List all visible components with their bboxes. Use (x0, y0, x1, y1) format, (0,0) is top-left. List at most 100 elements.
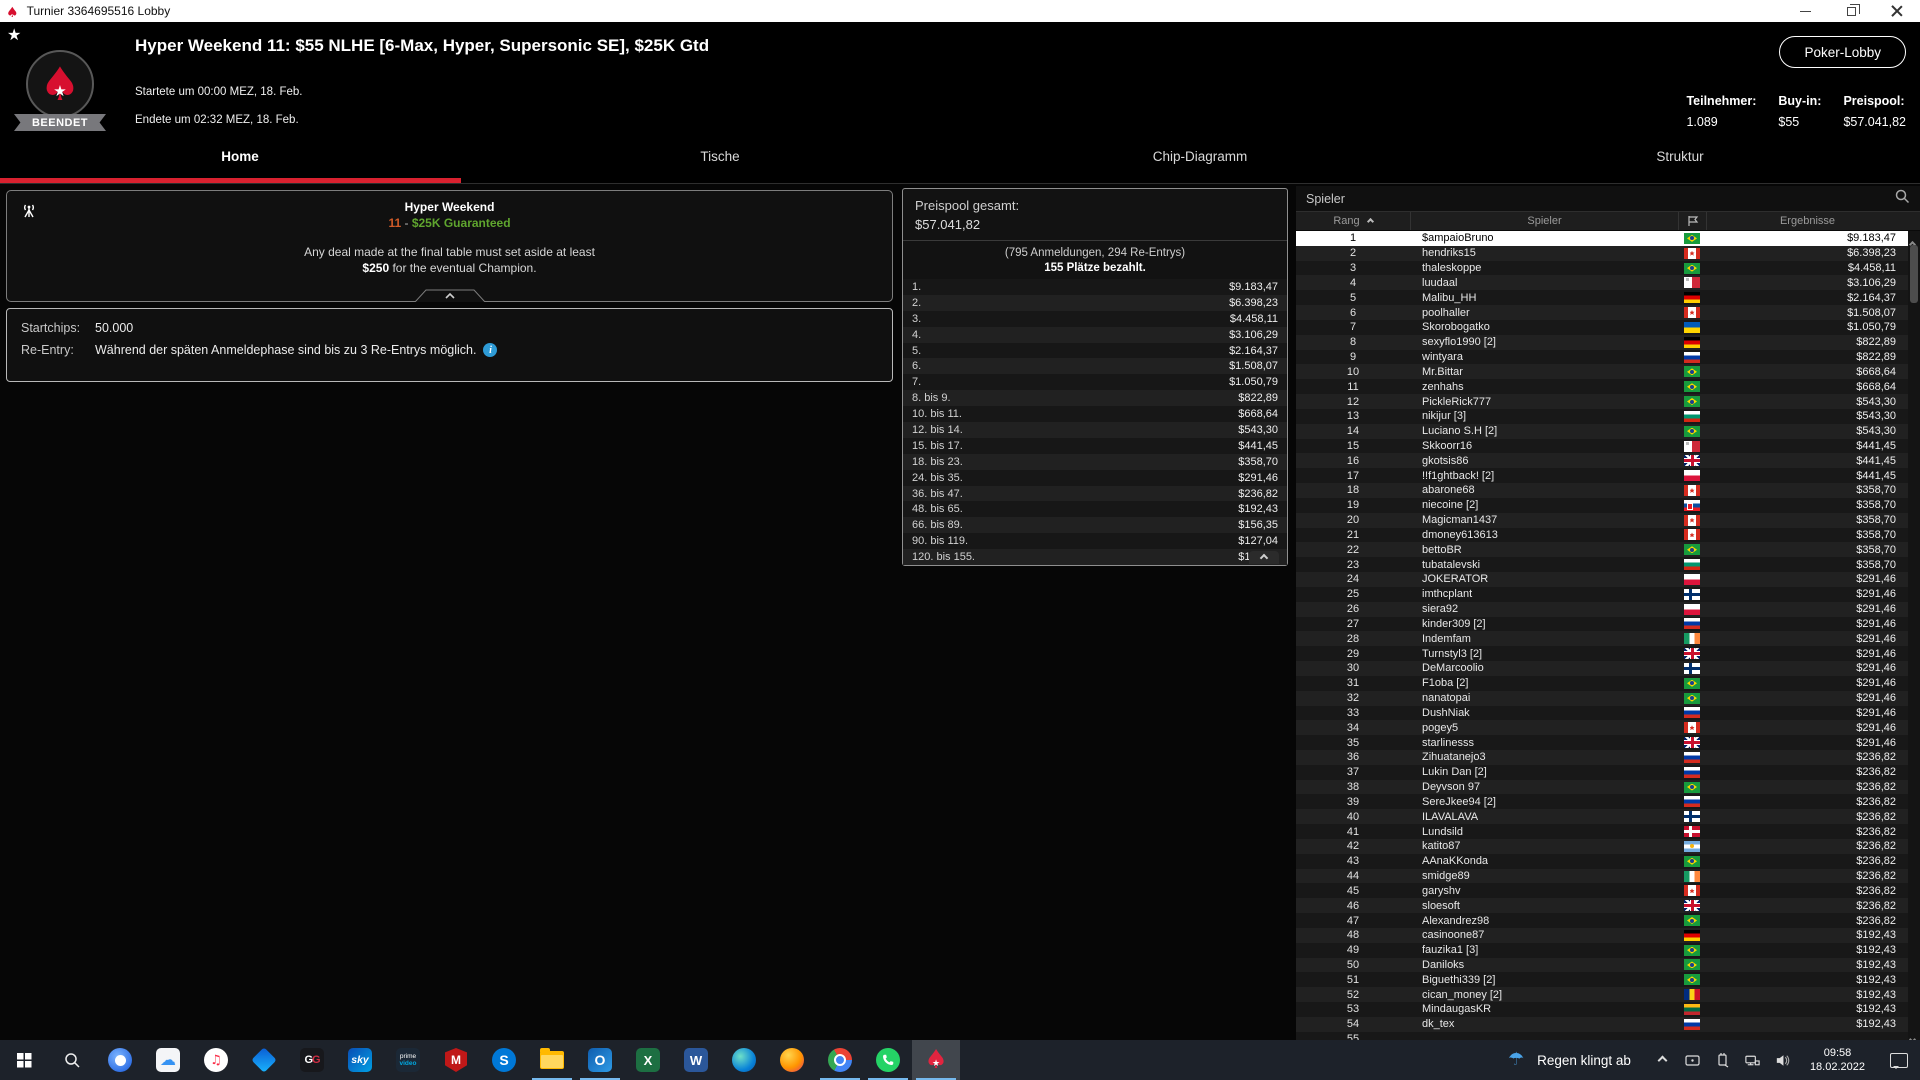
icloud-app[interactable] (144, 1040, 192, 1080)
tab-chip-diagramm[interactable]: Chip-Diagramm (960, 140, 1440, 183)
firefox-app[interactable] (768, 1040, 816, 1080)
player-row[interactable]: 12 PickleRick777 $543,30 (1296, 394, 1908, 409)
player-row[interactable]: 20 Magicman1437 $358,70 (1296, 512, 1908, 528)
minimize-button[interactable] (1782, 0, 1828, 22)
player-row[interactable]: 45 garyshv $236,82 (1296, 883, 1908, 899)
player-row[interactable]: 17 !!f1ghtback! [2] $441,45 (1296, 468, 1908, 484)
word-app[interactable]: W (672, 1040, 720, 1080)
player-row[interactable]: 5 Malibu_HH $2.164,37 (1296, 290, 1908, 306)
player-row[interactable]: 51 Biguethi339 [2] $192,43 (1296, 972, 1908, 988)
player-row[interactable]: 37 Lukin Dan [2] $236,82 (1296, 764, 1908, 780)
action-center-icon[interactable] (1890, 1052, 1908, 1069)
player-row[interactable]: 11 zenhahs $668,64 (1296, 379, 1908, 395)
restore-button[interactable] (1828, 0, 1874, 22)
usb-icon[interactable] (1714, 1052, 1731, 1069)
player-row[interactable]: 38 Deyvson 97 $236,82 (1296, 779, 1908, 795)
player-row[interactable]: 16 gkotsis86 $441,45 (1296, 453, 1908, 469)
player-row[interactable]: 14 Luciano S.H [2] $543,30 (1296, 423, 1908, 439)
player-row[interactable]: 15 Skkoorr16 $441,45 (1296, 438, 1908, 454)
player-row[interactable]: 21 dmoney613613 $358,70 (1296, 527, 1908, 543)
cast-icon[interactable] (1684, 1052, 1701, 1069)
tab-tische[interactable]: Tische (480, 140, 960, 183)
player-row[interactable]: 27 kinder309 [2] $291,46 (1296, 616, 1908, 632)
player-row[interactable]: 2 hendriks15 $6.398,23 (1296, 245, 1908, 261)
signal-app[interactable] (96, 1040, 144, 1080)
rank-column-header[interactable]: Rang (1296, 215, 1410, 227)
player-row[interactable]: 53 MindaugasKR $192,43 (1296, 1002, 1908, 1017)
player-row[interactable]: 3 thaleskoppe $4.458,11 (1296, 260, 1908, 276)
player-row[interactable]: 18 abarone68 $358,70 (1296, 483, 1908, 498)
player-row[interactable]: 9 wintyara $822,89 (1296, 349, 1908, 365)
player-row[interactable]: 7 Skorobogatko $1.050,79 (1296, 319, 1908, 335)
player-row[interactable]: 31 F1oba [2] $291,46 (1296, 675, 1908, 691)
whatsapp-app[interactable] (864, 1040, 912, 1080)
player-row[interactable]: 25 imthcplant $291,46 (1296, 586, 1908, 602)
weather-text[interactable]: Regen klingt ab (1537, 1053, 1631, 1068)
player-row[interactable]: 41 Lundsild $236,82 (1296, 824, 1908, 839)
excel-app[interactable]: X (624, 1040, 672, 1080)
favorite-star-icon[interactable] (7, 25, 21, 44)
ggpoker-app[interactable]: GG (288, 1040, 336, 1080)
player-row[interactable]: 23 tubatalevski $358,70 (1296, 557, 1908, 573)
tray-expand-icon[interactable] (1654, 1052, 1671, 1069)
player-row[interactable]: 26 siera92 $291,46 (1296, 601, 1908, 617)
sky-app[interactable]: sky (336, 1040, 384, 1080)
player-row[interactable]: 54 dk_tex $192,43 (1296, 1016, 1908, 1032)
prime-video-app[interactable]: prime video (384, 1040, 432, 1080)
player-row[interactable]: 19 niecoine [2] $358,70 (1296, 497, 1908, 513)
taskbar-search[interactable] (48, 1040, 96, 1080)
player-column-header[interactable]: Spieler (1410, 212, 1678, 230)
player-row[interactable]: 43 AAnaKKonda $236,82 (1296, 853, 1908, 869)
outlook-app[interactable]: O (576, 1040, 624, 1080)
chrome-app[interactable] (816, 1040, 864, 1080)
player-row[interactable]: 36 Zihuatanejo3 $236,82 (1296, 749, 1908, 765)
player-row[interactable]: 46 sloesoft $236,82 (1296, 898, 1908, 914)
player-row[interactable]: 44 smidge89 $236,82 (1296, 868, 1908, 884)
player-row[interactable]: 30 DeMarcoolio $291,46 (1296, 661, 1908, 676)
player-row[interactable]: 22 bettoBR $358,70 (1296, 542, 1908, 558)
file-explorer-app[interactable] (528, 1040, 576, 1080)
player-row[interactable]: 35 starlinesss $291,46 (1296, 735, 1908, 750)
skype-app[interactable]: S (480, 1040, 528, 1080)
player-row[interactable]: 55 (1296, 1031, 1908, 1040)
player-row[interactable]: 50 Daniloks $192,43 (1296, 957, 1908, 973)
player-row[interactable]: 49 fauzika1 [3] $192,43 (1296, 942, 1908, 958)
results-column-header[interactable]: Ergebnisse (1706, 212, 1908, 230)
player-row[interactable]: 24 JOKERATOR $291,46 (1296, 572, 1908, 587)
flag-column-header[interactable] (1678, 212, 1706, 230)
clock[interactable]: 09:58 18.02.2022 (1804, 1046, 1871, 1074)
pokerstars-app[interactable]: ★ (912, 1040, 960, 1080)
player-row[interactable]: 32 nanatopai $291,46 (1296, 690, 1908, 706)
player-row[interactable]: 48 casinoone87 $192,43 (1296, 927, 1908, 943)
player-row[interactable]: 13 nikijur [3] $543,30 (1296, 408, 1908, 424)
player-row[interactable]: 52 cican_money [2] $192,43 (1296, 987, 1908, 1003)
player-row[interactable]: 40 ILAVALAVA $236,82 (1296, 809, 1908, 825)
search-icon[interactable] (1894, 188, 1910, 209)
player-row[interactable]: 1 $ampaioBruno $9.183,47 (1296, 231, 1908, 246)
players-scrollbar[interactable] (1908, 231, 1920, 1040)
player-row[interactable]: 39 SereJkee94 [2] $236,82 (1296, 794, 1908, 810)
windows-start[interactable] (0, 1040, 48, 1080)
player-row[interactable]: 4 luudaal $3.106,29 (1296, 275, 1908, 291)
tab-struktur[interactable]: Struktur (1440, 140, 1920, 183)
info-icon[interactable]: i (483, 343, 498, 357)
player-row[interactable]: 42 katito87 $236,82 (1296, 838, 1908, 854)
poker-lobby-button[interactable]: Poker-Lobby (1779, 36, 1906, 68)
tab-home[interactable]: Home (0, 140, 480, 183)
player-row[interactable]: 6 poolhaller $1.508,07 (1296, 305, 1908, 320)
network-icon[interactable] (1744, 1052, 1761, 1069)
edge-app[interactable] (720, 1040, 768, 1080)
volume-icon[interactable] (1774, 1052, 1791, 1069)
collapse-payouts-button[interactable] (1249, 551, 1279, 564)
player-row[interactable]: 47 Alexandrez98 $236,82 (1296, 913, 1908, 928)
mcafee-app[interactable]: M (432, 1040, 480, 1080)
player-row[interactable]: 29 Turnstyl3 [2] $291,46 (1296, 646, 1908, 662)
player-row[interactable]: 28 Indemfam $291,46 (1296, 631, 1908, 647)
collapse-info-button[interactable] (414, 289, 485, 302)
player-row[interactable]: 8 sexyflo1990 [2] $822,89 (1296, 334, 1908, 350)
player-row[interactable]: 10 Mr.Bittar $668,64 (1296, 364, 1908, 380)
itunes-app[interactable] (192, 1040, 240, 1080)
diamond-app[interactable] (240, 1040, 288, 1080)
player-row[interactable]: 33 DushNiak $291,46 (1296, 705, 1908, 721)
close-button[interactable] (1874, 0, 1920, 22)
